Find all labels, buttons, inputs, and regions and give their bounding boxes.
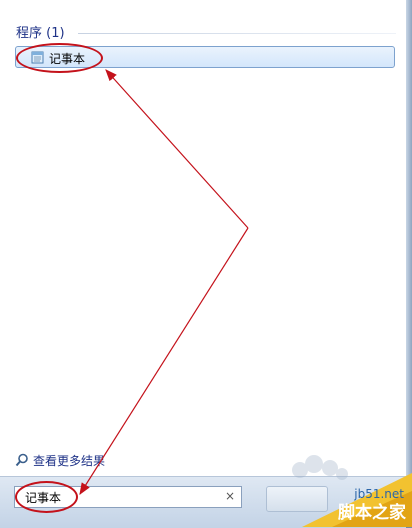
annotation-arrow-to-result — [105, 69, 249, 229]
annotation-arrows — [79, 69, 249, 496]
annotation-arrow-to-search — [79, 227, 249, 496]
watermark-brand: 脚本之家 — [338, 503, 406, 523]
